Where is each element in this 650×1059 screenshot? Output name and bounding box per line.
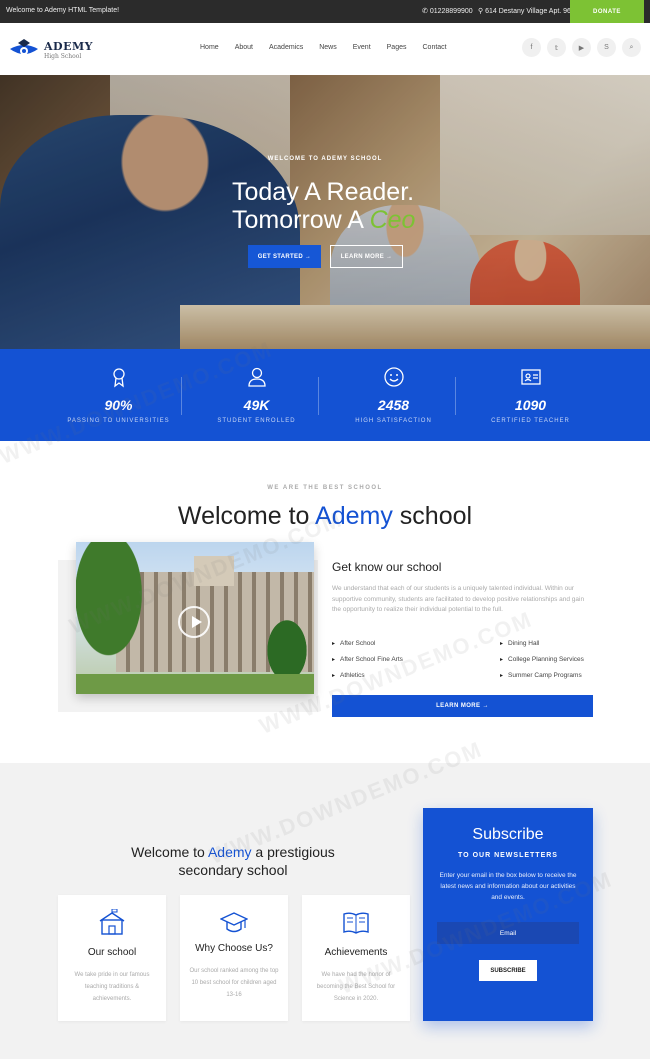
section-kicker: WE ARE THE BEST SCHOOL	[267, 485, 383, 491]
stat-item: 49K STUDENT ENROLLED	[188, 349, 325, 441]
social-links: f 𝕥 ▶ S ⌕	[522, 38, 647, 57]
user-icon	[248, 367, 266, 387]
subscribe-box: Subscribe TO OUR NEWSLETTERS Enter your …	[423, 808, 593, 1021]
stat-label: PASSING TO UNIVERSITIES	[67, 418, 170, 424]
feature-list-left: After School After School Fine Arts Athl…	[332, 640, 403, 688]
feature-card[interactable]: Achievements We have had the honor of be…	[302, 895, 410, 1021]
card-title: Why Choose Us?	[195, 943, 273, 954]
learn-more-button[interactable]: LEARN MORE →	[332, 695, 593, 717]
address: ⚲ 614 Destany Village Apt. 968	[478, 8, 575, 15]
welcome-text: Welcome to Ademy HTML Template!	[6, 7, 120, 14]
hero-title-accent: Ceo	[369, 206, 416, 234]
skype-icon[interactable]: S	[597, 38, 616, 57]
get-started-button[interactable]: GET STARTED →	[248, 245, 321, 268]
book-icon	[343, 912, 369, 934]
school-icon	[99, 909, 125, 935]
lower-title: Welcome to Ademy a prestigious secondary …	[100, 843, 366, 879]
lower-title-pre: Welcome to	[131, 844, 208, 860]
subscribe-title: Subscribe	[472, 826, 544, 843]
hero-title-prefix: Tomorrow A	[232, 206, 370, 234]
top-bar: Welcome to Ademy HTML Template! ✆ 012288…	[0, 0, 650, 23]
nav-news[interactable]: News	[319, 44, 337, 51]
section-title-pre: Welcome to	[177, 502, 316, 530]
section-title-post: school	[392, 502, 473, 530]
nav-home[interactable]: Home	[200, 44, 219, 51]
stats-bar: 90% PASSING TO UNIVERSITIES 49K STUDENT …	[0, 349, 650, 441]
lower-title-accent: Ademy	[207, 844, 252, 860]
stat-label: STUDENT ENROLLED	[217, 418, 296, 424]
stat-item: 1090 CERTIFIED TEACHER	[462, 349, 599, 441]
card-title: Our school	[87, 947, 137, 958]
play-icon[interactable]	[178, 606, 210, 638]
know-school-title: Get know our school	[332, 560, 442, 574]
logo-name: ADEMY	[44, 40, 93, 53]
list-item: College Planning Services	[500, 656, 584, 663]
graduation-cap-icon	[220, 912, 248, 933]
subscribe-button[interactable]: SUBSCRIBE	[479, 960, 537, 981]
list-item: After School	[332, 640, 403, 647]
site-header: ADEMY High School Home About Academics N…	[0, 23, 650, 75]
stat-item: 2458 HIGH SATISFACTION	[325, 349, 462, 441]
section-title: Welcome to Ademy school	[0, 502, 650, 531]
nav-contact[interactable]: Contact	[423, 44, 447, 51]
main-nav: Home About Academics News Event Pages Co…	[200, 44, 463, 51]
nav-about[interactable]: About	[235, 44, 253, 51]
email-field[interactable]: Email	[437, 922, 579, 944]
smile-icon	[384, 367, 404, 387]
donate-button[interactable]: DONATE	[570, 0, 644, 23]
facebook-icon[interactable]: f	[522, 38, 541, 57]
learn-more-button[interactable]: LEARN MORE →	[330, 245, 403, 268]
list-item: After School Fine Arts	[332, 656, 403, 663]
medal-icon	[113, 368, 125, 388]
list-item: Dining Hall	[500, 640, 584, 647]
stat-value: 2458	[377, 397, 410, 413]
list-item: Summer Camp Programs	[500, 672, 584, 679]
logo-subtitle: High School	[44, 53, 82, 60]
twitter-icon[interactable]: 𝕥	[547, 38, 566, 57]
card-title: Achievements	[324, 947, 388, 958]
school-video-thumbnail[interactable]	[76, 542, 314, 694]
nav-pages[interactable]: Pages	[387, 44, 407, 51]
feature-card[interactable]: Why Choose Us? Our school ranked among t…	[180, 895, 288, 1021]
section-title-accent: Ademy	[315, 502, 393, 530]
lower-title-post: a prestigious	[251, 844, 335, 860]
hero-title-line2: Tomorrow A Ceo	[232, 206, 415, 235]
id-card-icon	[521, 369, 541, 385]
stat-label: HIGH SATISFACTION	[355, 418, 432, 424]
hero-title-line1: Today A Reader.	[232, 178, 415, 206]
stat-item: 90% PASSING TO UNIVERSITIES	[50, 349, 187, 441]
search-icon[interactable]: ⌕	[622, 38, 641, 57]
lower-title-line2: secondary school	[178, 862, 288, 878]
subscribe-kicker: TO OUR NEWSLETTERS	[458, 852, 558, 859]
stat-label: CERTIFIED TEACHER	[491, 418, 570, 424]
stat-value: 1090	[514, 397, 547, 413]
card-text: We take pride in our famous teaching tra…	[74, 972, 150, 1002]
youtube-icon[interactable]: ▶	[572, 38, 591, 57]
stat-value: 49K	[243, 397, 270, 413]
hero-kicker: WELCOME TO ADEMY SCHOOL	[267, 156, 383, 162]
feature-card[interactable]: Our school We take pride in our famous t…	[58, 895, 166, 1021]
list-item: Athletics	[332, 672, 403, 679]
nav-academics[interactable]: Academics	[269, 44, 303, 51]
feature-list-right: Dining Hall College Planning Services Su…	[500, 640, 584, 688]
card-text: Our school ranked among the top 10 best …	[189, 968, 279, 998]
subscribe-text: Enter your email in the box below to rec…	[439, 872, 577, 901]
hero-banner: WELCOME TO ADEMY SCHOOL Today A Reader. …	[0, 75, 650, 349]
phone-number[interactable]: ✆ 01228899900	[422, 7, 473, 15]
logo-icon	[8, 37, 40, 63]
know-school-text: We understand that each of our students …	[332, 585, 585, 613]
phone-text: 01228899900	[429, 8, 473, 15]
address-text: 614 Destany Village Apt. 968	[485, 8, 575, 15]
logo[interactable]: ADEMY High School	[8, 37, 93, 63]
card-text: We have had the honor of becoming the Be…	[316, 972, 396, 1002]
nav-event[interactable]: Event	[353, 44, 371, 51]
stat-value: 90%	[104, 397, 133, 413]
